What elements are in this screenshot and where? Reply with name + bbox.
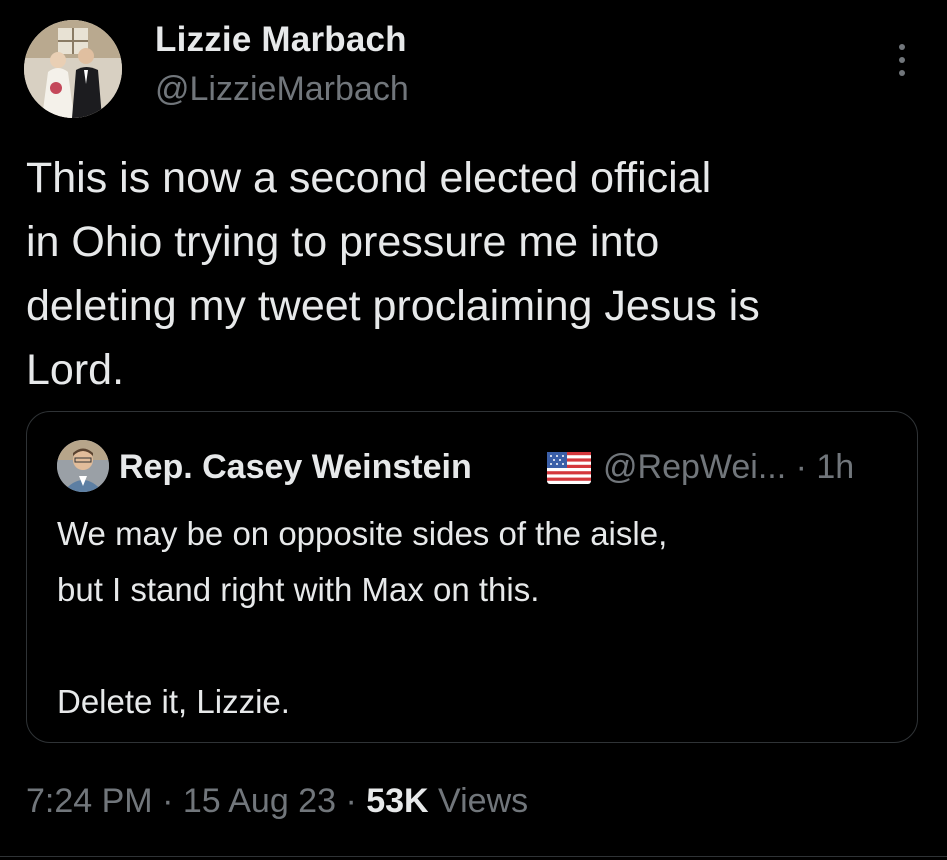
quote-text-blank-line: [57, 618, 897, 674]
quote-author-handle[interactable]: @RepWei...: [603, 448, 786, 486]
views-label: Views: [438, 782, 529, 820]
more-vertical-icon[interactable]: [880, 38, 924, 82]
quote-author-avatar[interactable]: [57, 440, 109, 492]
author-avatar[interactable]: [24, 20, 122, 118]
us-flag-icon: [547, 452, 591, 484]
quote-text-closing: Delete it, Lizzie.: [57, 683, 290, 720]
tweet-text-line: in Ohio trying to pressure me into: [26, 218, 660, 266]
tweet-date[interactable]: 15 Aug 23: [183, 782, 336, 820]
quote-text-line: We may be on opposite sides of the aisle…: [57, 515, 668, 552]
quote-handle-time: @RepWei... · 1h: [603, 448, 854, 487]
tweet-text-line: deleting my tweet proclaiming Jesus is: [26, 282, 760, 330]
quote-text-line: but I stand right with Max on this.: [57, 571, 540, 608]
tweet-text: This is now a second elected official in…: [26, 146, 916, 402]
author-name[interactable]: Lizzie Marbach: [155, 20, 407, 60]
author-handle[interactable]: @LizzieMarbach: [155, 70, 409, 109]
meta-separator: ·: [336, 782, 367, 820]
tweet-text-line: This is now a second elected official: [26, 154, 712, 202]
quote-text: We may be on opposite sides of the aisle…: [57, 506, 897, 730]
tweet-text-line: Lord.: [26, 346, 125, 394]
quote-time-separator: ·: [786, 448, 817, 486]
views-count: 53K: [366, 782, 429, 820]
quote-tweet-card[interactable]: Rep. Casey Weinstein @RepWei... · 1h We …: [26, 411, 918, 743]
quote-author-name[interactable]: Rep. Casey Weinstein: [119, 448, 472, 487]
meta-separator: ·: [152, 782, 183, 820]
tweet-time[interactable]: 7:24 PM: [26, 782, 153, 820]
tweet-container: Lizzie Marbach @LizzieMarbach This is no…: [0, 0, 947, 860]
tweet-meta: 7:24 PM · 15 Aug 23 · 53K Views: [26, 782, 528, 821]
divider: [0, 856, 947, 857]
quote-time[interactable]: 1h: [816, 448, 854, 486]
